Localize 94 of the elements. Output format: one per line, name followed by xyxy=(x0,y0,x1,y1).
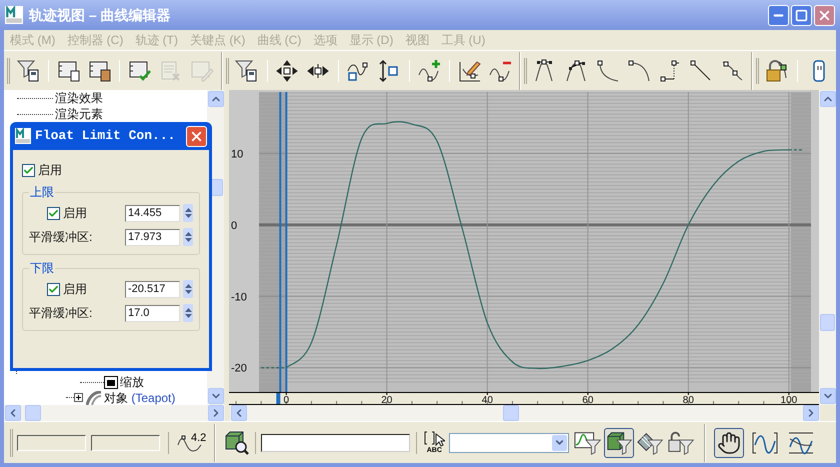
move-icon xyxy=(275,58,300,82)
group-title: 下限 xyxy=(29,260,55,276)
zoom-extents-icon xyxy=(788,430,814,454)
tree-item[interactable]: 渲染元素 xyxy=(55,106,103,122)
notepad-pencil-icon xyxy=(190,58,214,82)
maximize-button[interactable] xyxy=(791,4,812,26)
scroll-left-button[interactable] xyxy=(5,405,21,421)
slow-tangent-icon xyxy=(627,58,652,82)
horizontal-scrollbar[interactable] xyxy=(4,405,225,421)
cube-filter-icon xyxy=(605,430,634,456)
scroll-up-button[interactable] xyxy=(820,91,836,107)
teapot-object-icon xyxy=(86,390,102,404)
time-slider-line[interactable] xyxy=(279,92,282,392)
axis-label: 80 xyxy=(682,395,694,405)
assign-check-icon xyxy=(128,58,152,82)
time-slider-marker[interactable] xyxy=(276,393,280,404)
check-icon xyxy=(48,208,59,218)
scale-track-icon xyxy=(104,376,118,388)
readout-value: 4.2 xyxy=(191,430,206,446)
view-tool-button[interactable] xyxy=(714,428,744,458)
scroll-thumb[interactable] xyxy=(820,314,836,331)
number-field[interactable]: 17.973 xyxy=(125,228,180,246)
close-button[interactable] xyxy=(814,4,835,26)
axis-label: 60 xyxy=(582,395,594,405)
scroll-thumb[interactable] xyxy=(503,405,519,421)
minimize-button[interactable] xyxy=(768,4,789,26)
time-ruler[interactable] xyxy=(229,392,820,405)
spinner-arrows-icon[interactable] xyxy=(183,304,193,322)
scroll-right-button[interactable] xyxy=(208,405,224,421)
app-logo-icon xyxy=(5,6,23,24)
spinner-arrows-icon[interactable] xyxy=(183,204,193,222)
filter-button[interactable] xyxy=(604,428,634,458)
number-field[interactable]: -20.517 xyxy=(125,280,180,298)
scroll-up-button[interactable] xyxy=(208,91,224,107)
scroll-down-button[interactable] xyxy=(820,388,836,404)
axis-label: 10 xyxy=(231,148,244,160)
key-stats-field[interactable] xyxy=(17,434,86,450)
window-title: 轨迹视图 – 曲线编辑器 xyxy=(29,6,172,24)
axis-label: -20 xyxy=(231,362,247,375)
lock-icon xyxy=(765,58,790,82)
maximize-icon xyxy=(795,8,808,22)
fast-tangent-icon xyxy=(596,58,620,82)
checkbox-label: 启用 xyxy=(38,162,62,179)
axis-label: 100 xyxy=(780,395,798,405)
spinner-arrows-icon[interactable] xyxy=(183,228,193,246)
checkbox[interactable] xyxy=(47,206,60,220)
time-slider-line[interactable] xyxy=(285,92,288,392)
number-field[interactable]: 17.0 xyxy=(125,304,180,322)
paste-panel-icon xyxy=(88,58,112,82)
spinner-arrows-icon[interactable] xyxy=(183,280,193,298)
copy-panel-icon xyxy=(56,58,81,82)
filter-icon xyxy=(16,58,41,82)
close-button[interactable] xyxy=(186,126,207,146)
axis-label: 0 xyxy=(231,220,238,232)
vertical-scrollbar[interactable] xyxy=(819,90,836,405)
scroll-left-button[interactable] xyxy=(231,405,247,421)
key-stats-field[interactable] xyxy=(91,434,160,450)
scroll-right-button[interactable] xyxy=(803,405,819,421)
tree-item[interactable]: 渲染效果 xyxy=(55,90,103,106)
curve-filter-icon xyxy=(574,430,602,456)
add-key-icon xyxy=(418,58,442,82)
tree-item[interactable]: 对象 (Teapot) xyxy=(104,390,176,405)
checkbox-label: 启用 xyxy=(63,281,87,298)
check-icon xyxy=(48,284,59,294)
app-logo-icon xyxy=(15,128,31,144)
horizontal-scrollbar[interactable] xyxy=(230,405,820,421)
check-icon xyxy=(23,164,34,176)
smooth-tangent-icon xyxy=(720,58,744,82)
scroll-down-button[interactable] xyxy=(208,388,224,404)
tree-item[interactable]: 缩放 xyxy=(120,374,144,390)
field-label: 平滑缓冲区: xyxy=(29,305,94,322)
expand-toggle[interactable] xyxy=(74,393,83,402)
axis-label: 40 xyxy=(482,395,493,405)
number-field[interactable]: 14.455 xyxy=(125,204,180,222)
dropdown-arrow-button[interactable] xyxy=(552,434,568,450)
zoom-object-icon[interactable] xyxy=(224,430,250,456)
lock-filter-icon xyxy=(667,430,696,456)
checkbox-label: 启用 xyxy=(63,205,87,222)
curve-readout[interactable]: 4.2 xyxy=(177,432,206,452)
draw-curve-icon xyxy=(458,58,482,82)
zoom-horizontal-icon xyxy=(752,430,778,454)
pan-hand-icon xyxy=(717,430,742,454)
bracket-cursor-icon xyxy=(423,430,446,446)
dialog-title: Float Limit Con... xyxy=(35,127,176,146)
axis-label: 20 xyxy=(381,395,392,405)
axis-label: -10 xyxy=(231,291,247,304)
filter-icon xyxy=(235,58,260,82)
search-field[interactable] xyxy=(261,434,410,452)
field-label: 平滑缓冲区: xyxy=(29,229,94,246)
group-title: 上限 xyxy=(29,184,55,200)
scroll-thumb[interactable] xyxy=(25,405,41,421)
checkbox[interactable] xyxy=(47,282,60,296)
axis-label: 0 xyxy=(284,395,290,405)
checkbox[interactable] xyxy=(22,164,35,176)
